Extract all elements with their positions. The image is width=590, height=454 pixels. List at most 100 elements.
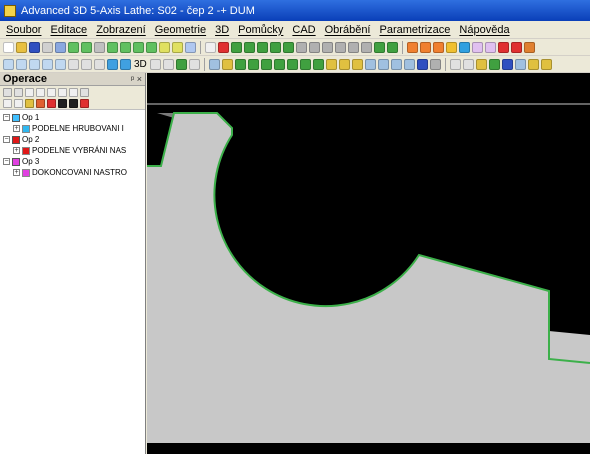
tree-node-op3-path[interactable]: + DOKONCOVANI NASTRO [3,167,145,178]
lathe-tool-icon[interactable] [351,58,363,70]
lathe-tool-icon[interactable] [208,58,220,70]
op3-checkbox[interactable] [12,157,20,166]
circle-icon[interactable] [68,41,79,53]
play-icon[interactable] [159,41,170,53]
copy-icon[interactable] [14,99,23,108]
op3-path-checkbox[interactable] [22,168,30,177]
edit-icon[interactable] [25,87,34,97]
zoom-icon[interactable] [3,58,14,70]
lathe-tool-icon[interactable] [221,58,233,70]
zoom-in-icon[interactable] [16,58,27,70]
menu-soubor[interactable]: Soubor [6,24,41,36]
simulate-icon[interactable] [36,99,45,108]
zoom-out-icon[interactable] [29,58,40,70]
lathe-tool-icon[interactable] [286,58,298,70]
collapse-icon[interactable]: − [3,136,10,143]
op2-path-checkbox[interactable] [22,146,30,155]
list-icon[interactable] [3,87,12,97]
lathe-tool-icon[interactable] [234,58,246,70]
tool-icon[interactable] [524,41,535,53]
orbit-icon[interactable] [162,58,174,70]
tool-icon[interactable] [433,41,444,53]
collapse-icon[interactable]: − [3,114,10,121]
sim-icon[interactable] [514,58,526,70]
shaded-icon[interactable] [175,58,187,70]
mirror-icon[interactable] [270,41,281,53]
open-file-icon[interactable] [16,41,27,53]
save-icon[interactable] [29,41,40,53]
move-icon[interactable] [322,41,333,53]
point-icon[interactable] [80,99,89,108]
tree-node-op2-path[interactable]: + PODELNE VYBRÁNI NAS [3,145,145,156]
lathe-tool-icon[interactable] [299,58,311,70]
box-icon[interactable] [81,41,92,53]
tool-icon[interactable] [485,41,496,53]
collapse-icon[interactable]: − [3,158,10,165]
add-icon[interactable] [47,99,56,108]
line-icon[interactable] [172,41,183,53]
menu-napoveda[interactable]: Nápověda [459,24,509,36]
lathe-tool-icon[interactable] [273,58,285,70]
title-bar[interactable]: Advanced 3D 5-Axis Lathe: S02 - čep 2 -+… [0,0,590,21]
new-file-icon[interactable] [3,41,14,53]
menu-obrabeni[interactable]: Obrábění [325,24,371,36]
menu-cad[interactable]: CAD [292,24,315,36]
check-icon[interactable] [42,41,53,53]
down-arrow-icon[interactable] [58,87,67,97]
list-icon[interactable] [14,87,23,97]
up-arrow-icon[interactable] [47,87,56,97]
edit-icon[interactable] [36,87,45,97]
expand-icon[interactable]: + [13,147,20,154]
properties-icon[interactable] [80,87,89,97]
sim-icon[interactable] [475,58,487,70]
zoom-window-icon[interactable] [42,58,53,70]
expand-icon[interactable]: + [13,169,20,176]
tree-node-op1[interactable]: − Op 1 [3,112,145,123]
snap-icon[interactable] [205,41,216,53]
scale-icon[interactable] [348,41,359,53]
delete-icon[interactable] [218,41,229,53]
sim-icon[interactable] [449,58,461,70]
menu-geometrie[interactable]: Geometrie [155,24,206,36]
play-icon[interactable] [120,58,131,70]
lathe-tool-icon[interactable] [429,58,441,70]
wire-icon[interactable] [188,58,200,70]
tool-icon[interactable] [407,41,418,53]
pause-icon[interactable] [94,58,105,70]
lock-icon[interactable] [25,99,34,108]
lathe-tool-icon[interactable] [403,58,415,70]
menu-pomucky[interactable]: Pomůcky [238,24,283,36]
tool-icon[interactable] [459,41,470,53]
lathe-tool-icon[interactable] [390,58,402,70]
lathe-tool-icon[interactable] [325,58,337,70]
menu-editace[interactable]: Editace [50,24,87,36]
triangle-icon[interactable] [283,41,294,53]
sim-icon[interactable] [501,58,513,70]
tree-node-op3[interactable]: − Op 3 [3,156,145,167]
curve-icon[interactable] [94,41,105,53]
sim-icon[interactable] [488,58,500,70]
undo-icon[interactable] [55,41,66,53]
spline-icon[interactable] [133,41,144,53]
move-icon[interactable] [69,87,78,97]
trim-icon[interactable] [361,41,372,53]
point-icon[interactable] [58,99,67,108]
point-icon[interactable] [69,99,78,108]
op1-checkbox[interactable] [12,113,20,122]
lathe-tool-icon[interactable] [312,58,324,70]
panel-controls[interactable]: ᵖ × [131,74,142,84]
delete-icon[interactable] [3,99,12,108]
move-icon[interactable] [309,41,320,53]
lathe-tool-icon[interactable] [338,58,350,70]
ellipse-icon[interactable] [107,41,118,53]
sim-icon[interactable] [540,58,552,70]
lathe-tool-icon[interactable] [377,58,389,70]
expand-icon[interactable]: + [13,125,20,132]
menu-zobrazeni[interactable]: Zobrazení [96,24,146,36]
sim-icon[interactable] [527,58,539,70]
op1-path-checkbox[interactable] [22,124,30,133]
op2-checkbox[interactable] [12,135,20,144]
lathe-tool-icon[interactable] [364,58,376,70]
pan-icon[interactable] [68,58,79,70]
arrow-icon[interactable] [231,41,242,53]
